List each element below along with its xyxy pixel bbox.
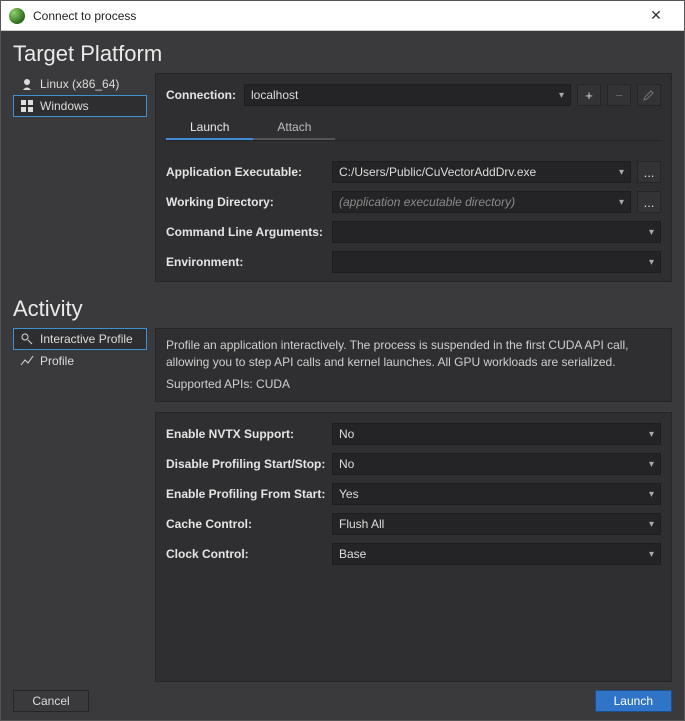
sidebar-item-windows[interactable]: Windows <box>13 95 147 117</box>
disable-profiling-select[interactable]: No ▾ <box>332 453 661 475</box>
clock-control-value: Base <box>339 547 366 561</box>
close-icon[interactable]: ✕ <box>636 7 676 24</box>
connection-value: localhost <box>251 88 298 102</box>
app-exe-label: Application Executable: <box>166 165 326 179</box>
browse-work-dir-button[interactable]: ... <box>637 191 661 213</box>
sidebar-item-label: Interactive Profile <box>40 332 133 346</box>
sidebar-item-label: Linux (x86_64) <box>40 77 119 91</box>
nvtx-row: Enable NVTX Support: No ▾ <box>166 423 661 445</box>
edit-icon <box>643 89 655 101</box>
work-dir-input[interactable]: (application executable directory) ▾ <box>332 191 631 213</box>
enable-profiling-row: Enable Profiling From Start: Yes ▾ <box>166 483 661 505</box>
dialog-footer: Cancel Launch <box>13 690 672 712</box>
ellipsis-icon: ... <box>644 195 655 210</box>
connection-row: Connection: localhost ▾ + − <box>166 84 661 106</box>
enable-profiling-value: Yes <box>339 487 359 501</box>
nvtx-select[interactable]: No ▾ <box>332 423 661 445</box>
tab-attach[interactable]: Attach <box>253 116 335 140</box>
windows-icon <box>20 99 34 113</box>
chevron-down-icon: ▾ <box>649 429 654 440</box>
work-dir-row: Working Directory: (application executab… <box>166 191 661 213</box>
linux-icon <box>20 77 34 91</box>
app-exe-value: C:/Users/Public/CuVectorAddDrv.exe <box>339 165 536 179</box>
chevron-down-icon: ▾ <box>649 519 654 530</box>
tab-launch[interactable]: Launch <box>166 116 253 140</box>
cmd-args-row: Command Line Arguments: ▾ <box>166 221 661 243</box>
chevron-down-icon: ▾ <box>619 167 624 178</box>
cmd-args-input[interactable]: ▾ <box>332 221 661 243</box>
clock-control-select[interactable]: Base ▾ <box>332 543 661 565</box>
ellipsis-icon: ... <box>644 165 655 180</box>
target-platform-heading: Target Platform <box>13 41 672 67</box>
activity-description: Profile an application interactively. Th… <box>166 337 661 372</box>
supported-apis: Supported APIs: CUDA <box>166 376 661 393</box>
chevron-down-icon: ▾ <box>559 90 564 101</box>
app-exe-row: Application Executable: C:/Users/Public/… <box>166 161 661 183</box>
app-exe-input[interactable]: C:/Users/Public/CuVectorAddDrv.exe ▾ <box>332 161 631 183</box>
chevron-down-icon: ▾ <box>649 459 654 470</box>
sidebar-item-label: Windows <box>40 99 89 113</box>
edit-connection-button[interactable] <box>637 84 661 106</box>
disable-profiling-label: Disable Profiling Start/Stop: <box>166 457 326 471</box>
chevron-down-icon: ▾ <box>649 257 654 268</box>
cmd-args-label: Command Line Arguments: <box>166 225 326 239</box>
clock-control-label: Clock Control: <box>166 547 326 561</box>
nvtx-label: Enable NVTX Support: <box>166 427 326 441</box>
browse-app-exe-button[interactable]: ... <box>637 161 661 183</box>
enable-profiling-select[interactable]: Yes ▾ <box>332 483 661 505</box>
activity-sidebar: Interactive Profile Profile <box>13 328 147 682</box>
disable-profiling-value: No <box>339 457 354 471</box>
cache-control-row: Cache Control: Flush All ▾ <box>166 513 661 535</box>
dialog-body: Target Platform Linux (x86_64) Windows <box>1 31 684 720</box>
target-platform-panel: Connection: localhost ▾ + − Launch Attac… <box>155 73 672 282</box>
profile-icon <box>20 354 34 368</box>
activity-description-panel: Profile an application interactively. Th… <box>155 328 672 402</box>
disable-profiling-row: Disable Profiling Start/Stop: No ▾ <box>166 453 661 475</box>
connection-select[interactable]: localhost ▾ <box>244 84 571 106</box>
titlebar: Connect to process ✕ <box>1 1 684 31</box>
sidebar-item-label: Profile <box>40 354 74 368</box>
enable-profiling-label: Enable Profiling From Start: <box>166 487 326 501</box>
activity-row: Interactive Profile Profile Profile an a… <box>13 328 672 682</box>
window-title: Connect to process <box>33 9 636 23</box>
cache-control-value: Flush All <box>339 517 384 531</box>
work-dir-label: Working Directory: <box>166 195 326 209</box>
activity-options-panel: Enable NVTX Support: No ▾ Disable Profil… <box>155 412 672 682</box>
connection-label: Connection: <box>166 88 238 102</box>
chevron-down-icon: ▾ <box>649 227 654 238</box>
cache-control-label: Cache Control: <box>166 517 326 531</box>
cancel-button[interactable]: Cancel <box>13 690 89 712</box>
env-input[interactable]: ▾ <box>332 251 661 273</box>
nvtx-value: No <box>339 427 354 441</box>
interactive-profile-icon <box>20 332 34 346</box>
work-dir-placeholder: (application executable directory) <box>339 195 515 209</box>
clock-control-row: Clock Control: Base ▾ <box>166 543 661 565</box>
launch-button[interactable]: Launch <box>595 690 672 712</box>
target-platform-row: Linux (x86_64) Windows Connection: local… <box>13 73 672 282</box>
sidebar-item-interactive-profile[interactable]: Interactive Profile <box>13 328 147 350</box>
dialog-window: Connect to process ✕ Target Platform Lin… <box>0 0 685 721</box>
activity-heading: Activity <box>13 296 672 322</box>
plus-icon: + <box>585 88 593 103</box>
env-row: Environment: ▾ <box>166 251 661 273</box>
activity-section: Activity Interactive Profile Profile <box>13 296 672 682</box>
activity-right: Profile an application interactively. Th… <box>155 328 672 682</box>
platform-sidebar: Linux (x86_64) Windows <box>13 73 147 282</box>
chevron-down-icon: ▾ <box>619 197 624 208</box>
cache-control-select[interactable]: Flush All ▾ <box>332 513 661 535</box>
remove-connection-button[interactable]: − <box>607 84 631 106</box>
chevron-down-icon: ▾ <box>649 489 654 500</box>
add-connection-button[interactable]: + <box>577 84 601 106</box>
sidebar-item-linux[interactable]: Linux (x86_64) <box>13 73 147 95</box>
env-label: Environment: <box>166 255 326 269</box>
chevron-down-icon: ▾ <box>649 549 654 560</box>
minus-icon: − <box>615 88 623 103</box>
app-icon <box>9 8 25 24</box>
launch-attach-tabs: Launch Attach <box>166 116 661 141</box>
sidebar-item-profile[interactable]: Profile <box>13 350 147 372</box>
